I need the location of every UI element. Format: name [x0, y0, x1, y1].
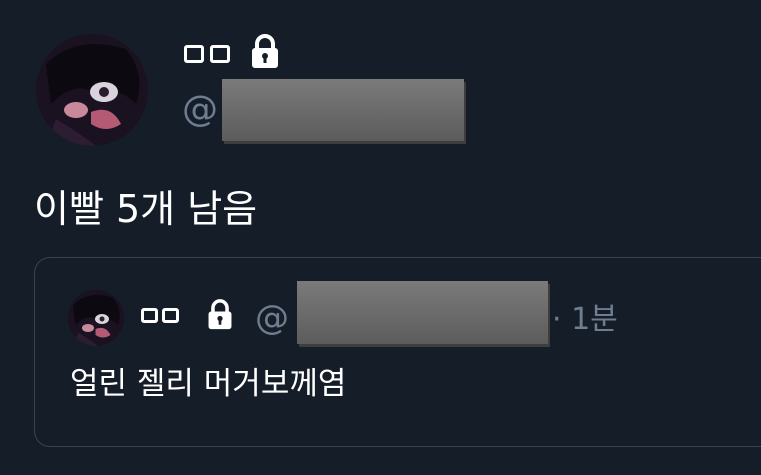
avatar-illustration — [36, 34, 148, 146]
quoted-tweet-timestamp[interactable]: · 1분 — [552, 300, 618, 340]
lock-icon — [248, 33, 282, 71]
quoted-redacted-handle — [297, 281, 548, 344]
quoted-author-display-name[interactable]: ㅁㅁ — [141, 305, 179, 325]
quoted-author-avatar[interactable] — [68, 290, 124, 346]
name-glyph-2 — [210, 45, 230, 63]
quoted-avatar-illustration — [68, 290, 124, 346]
name-glyph-1 — [184, 45, 204, 63]
author-handle-at[interactable]: @ — [182, 88, 218, 132]
quoted-lock-icon — [205, 298, 235, 332]
tweet-text: 이빨 5개 남음 — [34, 187, 258, 231]
display-name-text: ㅁㅁ — [184, 39, 185, 41]
quoted-name-glyph-2 — [162, 307, 179, 323]
quoted-display-name-text: ㅁㅁ — [141, 305, 142, 307]
author-display-name[interactable]: ㅁㅁ — [184, 39, 230, 69]
quoted-tweet-text: 얼린 젤리 머거보께염 — [70, 366, 347, 402]
quoted-name-glyph-1 — [141, 307, 158, 323]
quoted-author-handle-at[interactable]: @ — [255, 296, 289, 340]
author-avatar[interactable] — [36, 34, 148, 146]
redacted-handle — [222, 79, 464, 141]
